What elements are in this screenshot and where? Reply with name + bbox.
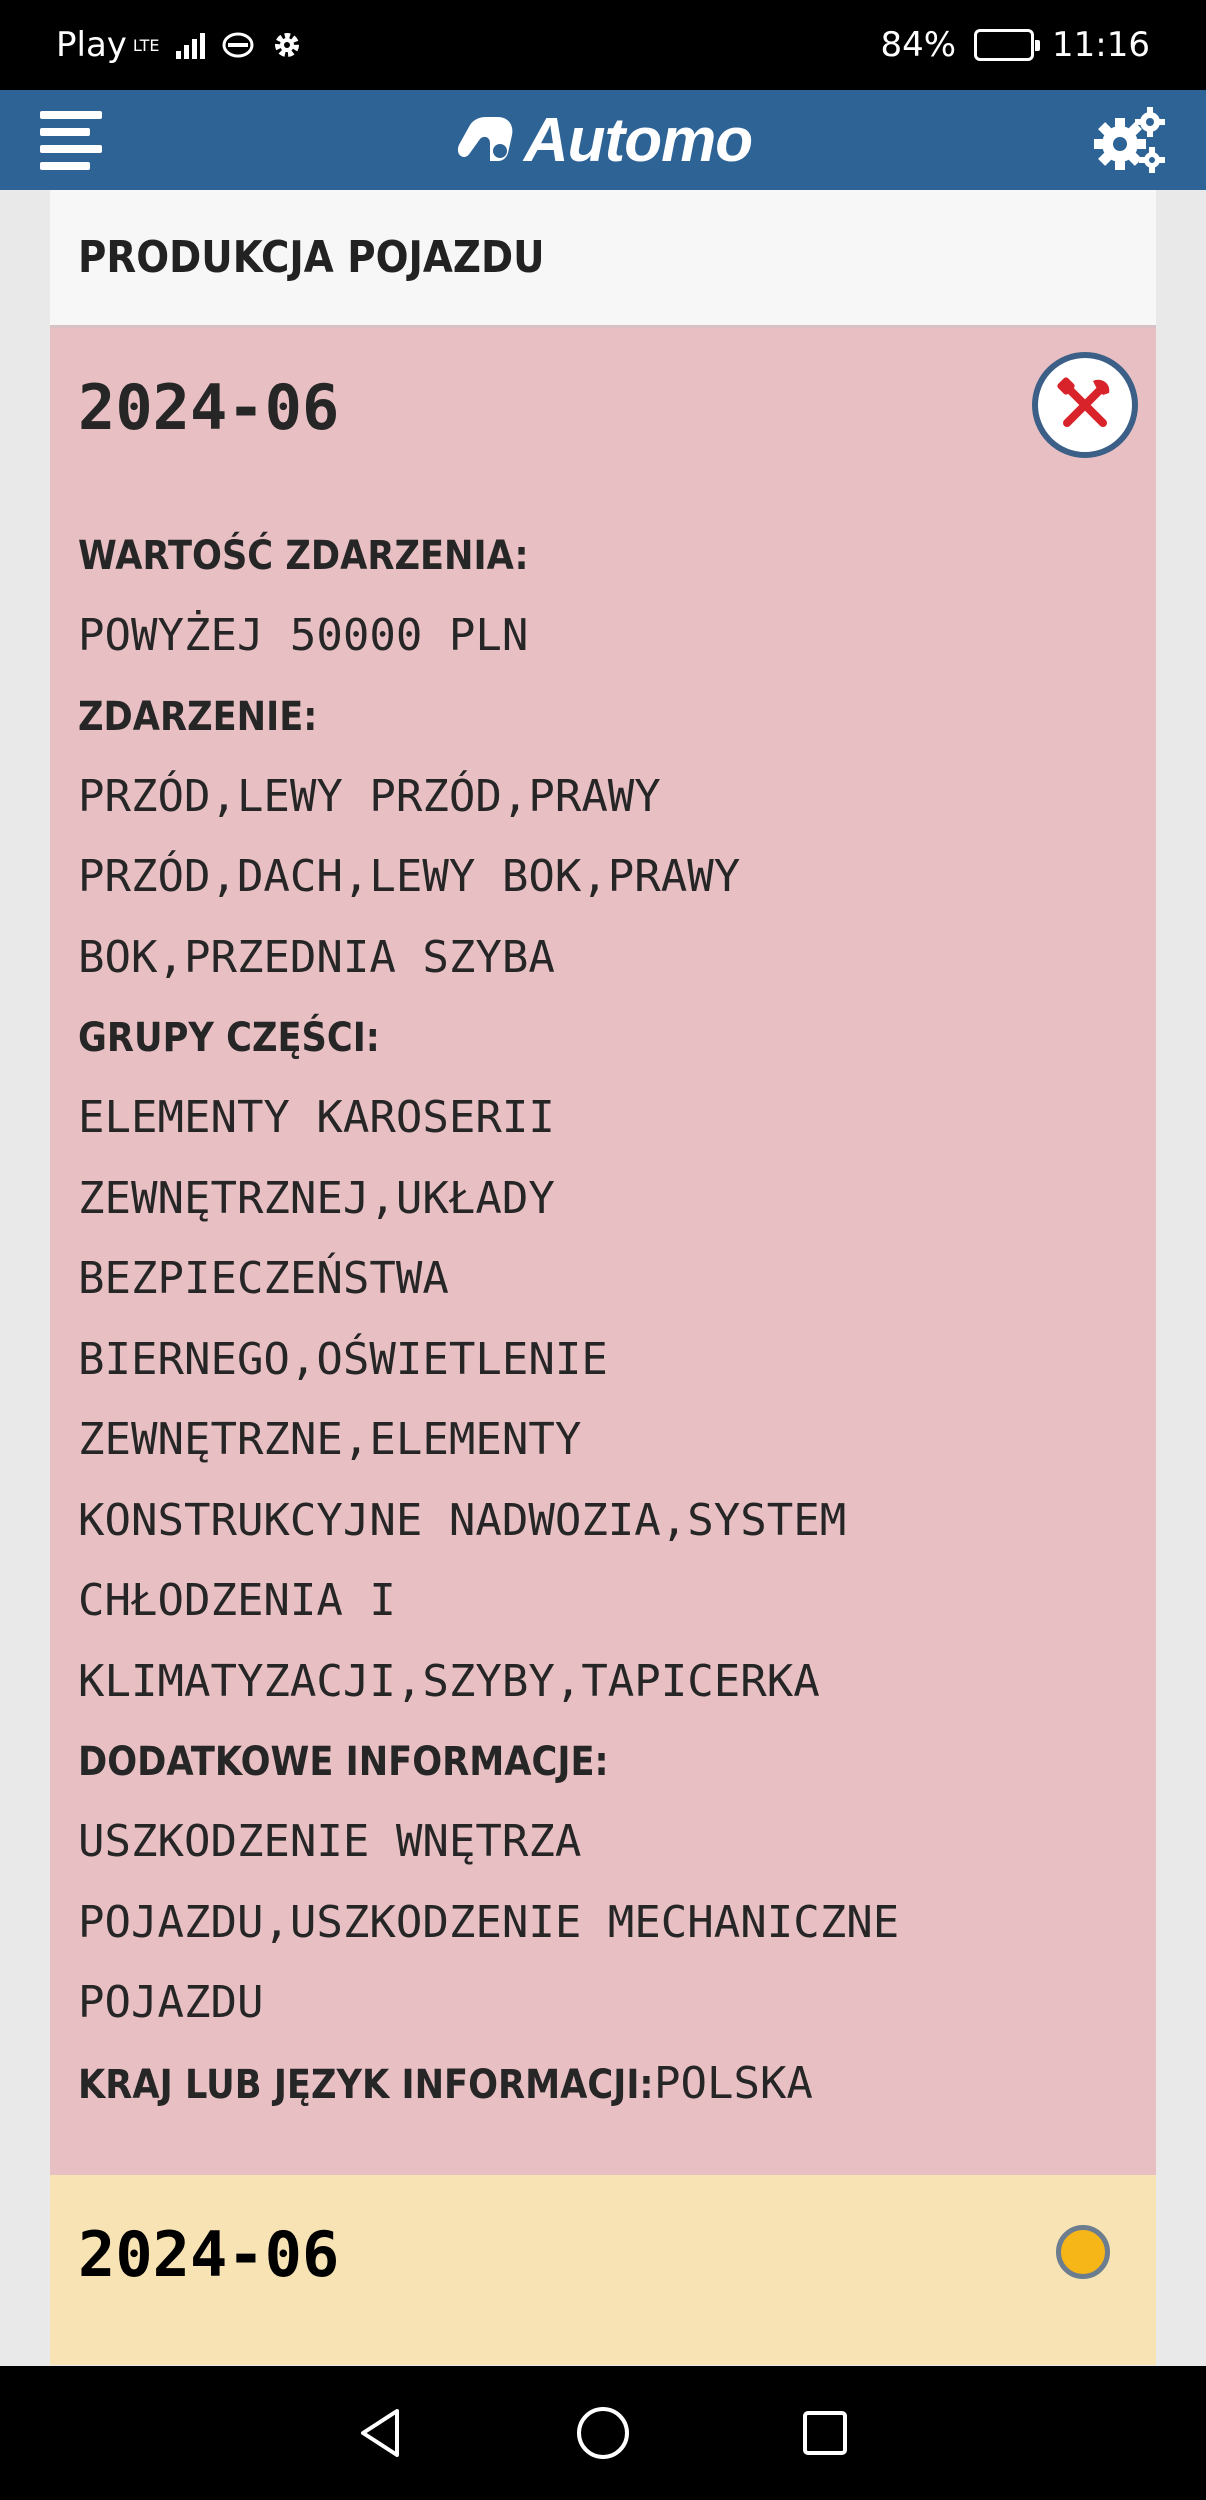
value-label: WARTOŚĆ ZDARZENIA: — [78, 533, 529, 579]
event-label: ZDARZENIE: — [78, 693, 318, 740]
battery-icon — [974, 29, 1041, 61]
notification-icon — [222, 32, 253, 58]
menu-icon[interactable] — [40, 106, 112, 174]
parts-label: GRUPY CZĘŚCI: — [78, 1015, 380, 1061]
network-type: LTE — [132, 35, 160, 55]
content: PRODUKCJA POJAZDU 2024-06 WARTOŚĆ ZDARZE… — [50, 190, 1156, 2365]
event-card[interactable]: 2024-06 WARTOŚĆ ZDARZENIA: POWYŻEJ 50000… — [50, 328, 1156, 2175]
extra-label: DODATKOWE INFORMACJE: — [78, 1739, 609, 1785]
back-triangle-icon[interactable] — [351, 2403, 411, 2463]
country-row: KRAJ LUB JĘZYK INFORMACJI:POLSKA — [78, 2044, 1128, 2124]
clock: 11:16 — [1052, 25, 1150, 65]
logo-text: Automo — [523, 105, 753, 175]
extra-text: USZKODZENIE WNĘTRZA POJAZDU,USZKODZENIE … — [78, 1816, 900, 2028]
country-text: POLSKA — [653, 2057, 813, 2109]
app-bar: Automo — [0, 90, 1206, 190]
home-circle-icon[interactable] — [573, 2403, 633, 2463]
value-text: POWYŻEJ 50000 PLN — [78, 610, 529, 661]
country-label: KRAJ LUB JĘZYK INFORMACJI: — [78, 2061, 654, 2108]
signal-icon — [175, 31, 205, 59]
status-bar: Play LTE 84% 11:16 — [0, 0, 1206, 90]
tools-icon[interactable] — [1032, 352, 1138, 458]
event-date: 2024-06 — [78, 2218, 340, 2291]
parts-text: ELEMENTY KAROSERII ZEWNĘTRZNEJ,UKŁADY BE… — [78, 1092, 847, 1707]
status-right: 84% 11:16 — [880, 25, 1150, 65]
gears-icon[interactable] — [1090, 104, 1170, 176]
event-date: 2024-06 — [78, 371, 340, 444]
gear-icon — [274, 33, 299, 57]
event-details: WARTOŚĆ ZDARZENIA: POWYŻEJ 50000 PLN ZDA… — [78, 516, 1128, 2124]
recents-square-icon[interactable] — [795, 2403, 855, 2463]
event-card[interactable]: 2024-06 — [50, 2175, 1156, 2365]
event-text: PRZÓD,LEWY PRZÓD,PRAWY PRZÓD,DACH,LEWY B… — [78, 770, 741, 983]
battery-percent: 84% — [880, 25, 957, 65]
status-dot-icon — [1056, 2225, 1110, 2279]
section-header: PRODUKCJA POJAZDU — [50, 190, 1156, 328]
section-title: PRODUKCJA POJAZDU — [78, 232, 545, 283]
logo-icon — [457, 117, 513, 161]
carrier-name: Play — [56, 25, 127, 65]
navigation-bar — [0, 2366, 1206, 2500]
app-logo: Automo — [454, 105, 753, 176]
status-left: Play LTE — [56, 25, 303, 65]
